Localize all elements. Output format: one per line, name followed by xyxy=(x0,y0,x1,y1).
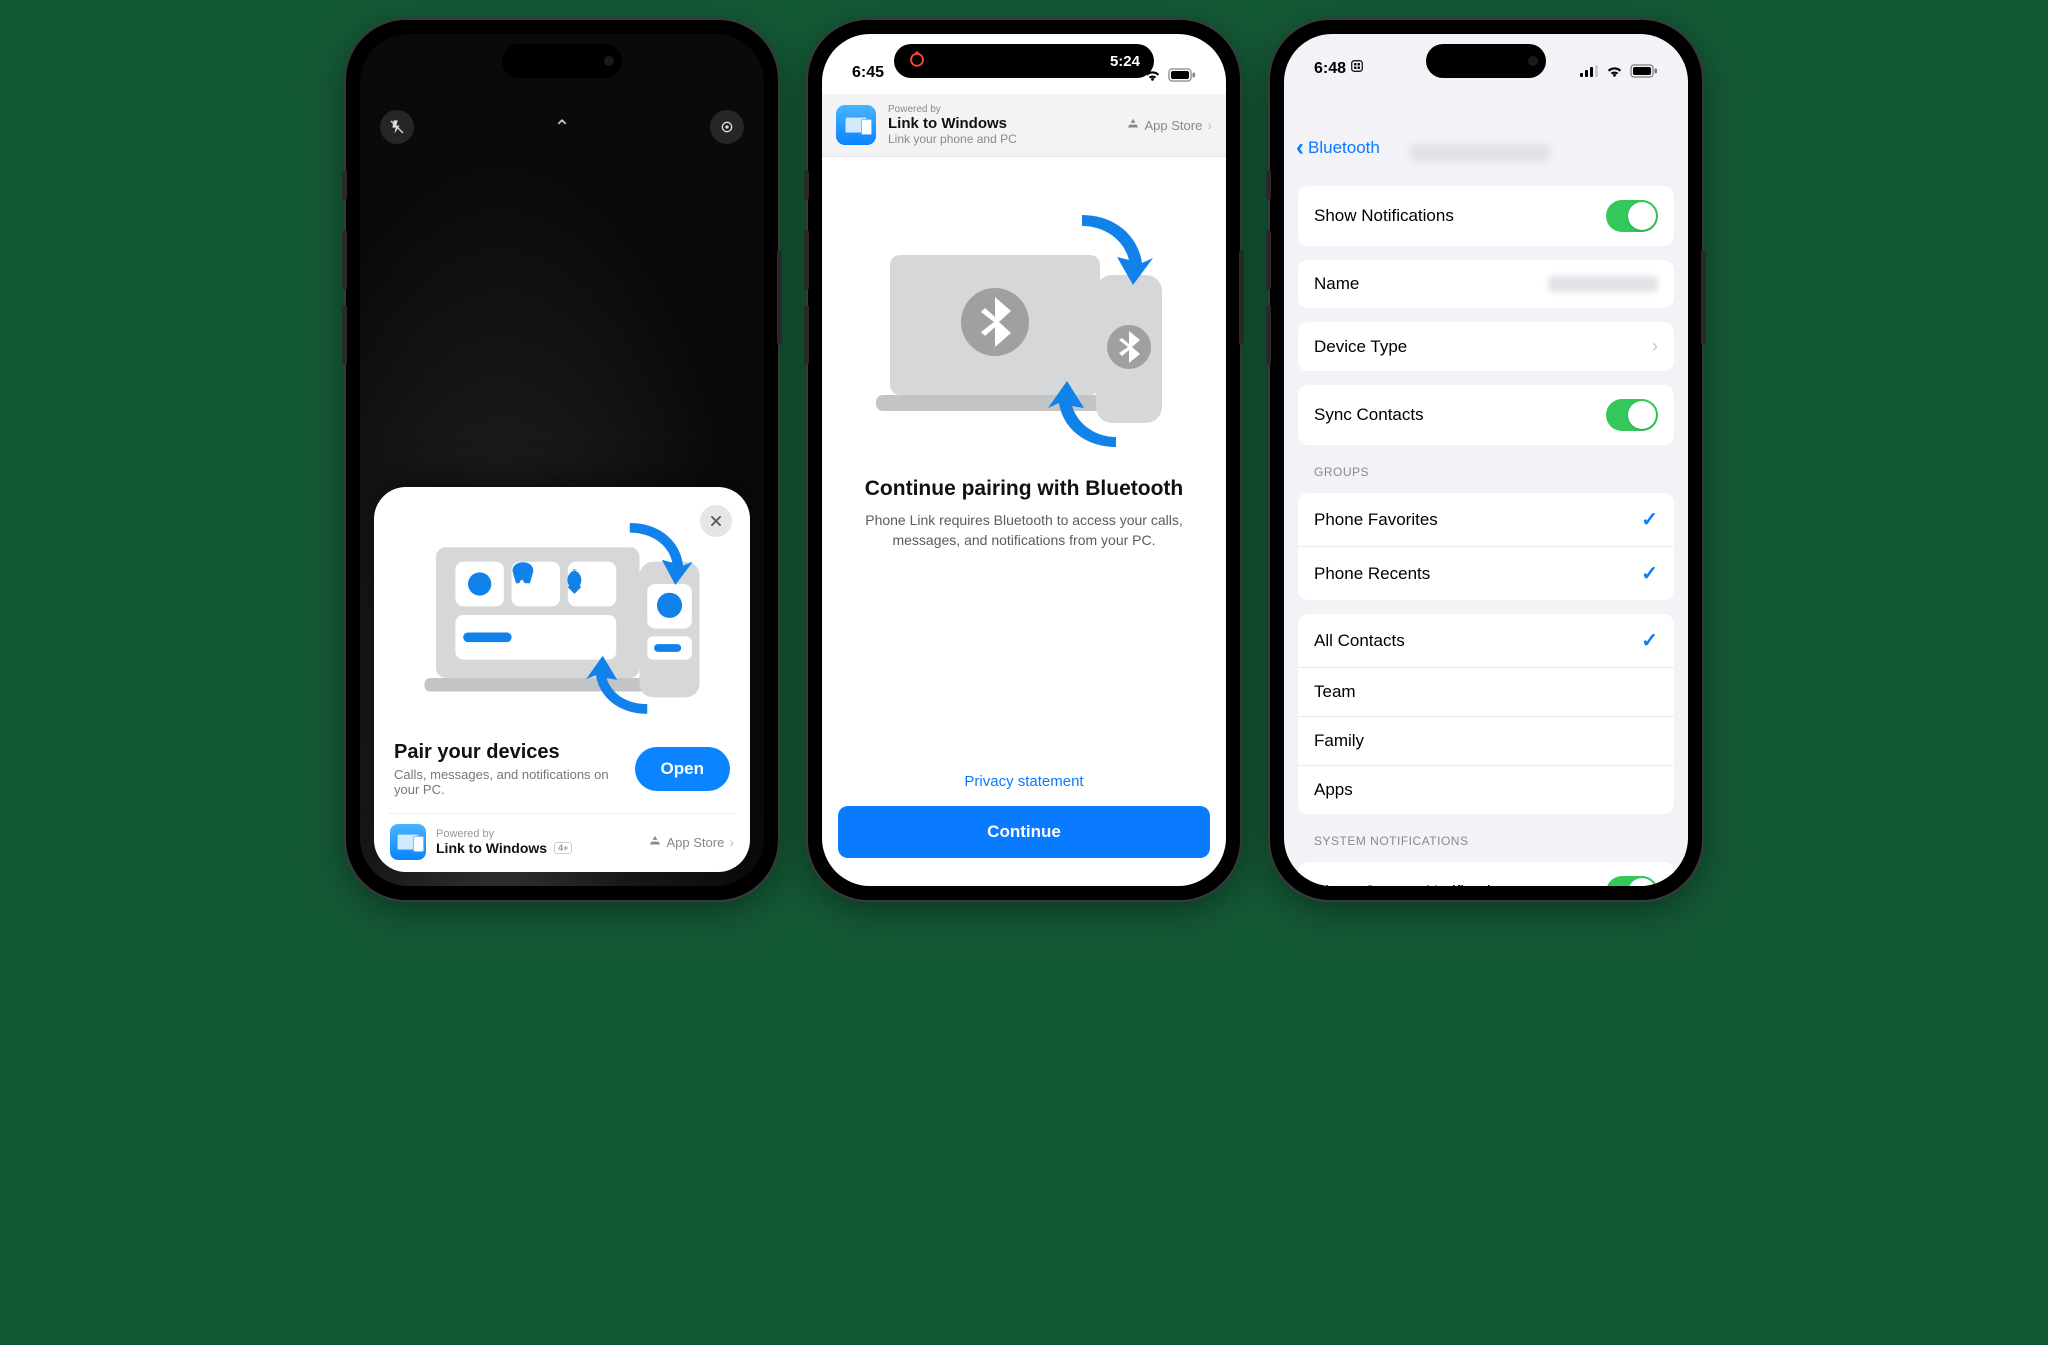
nav-title-redacted xyxy=(1410,144,1550,162)
pair-illustration xyxy=(407,505,717,725)
app-icon xyxy=(390,824,426,860)
cell-label: Team xyxy=(1314,682,1356,702)
row-apps[interactable]: Apps xyxy=(1298,765,1674,814)
dynamic-island xyxy=(1426,44,1546,78)
cellular-icon xyxy=(1579,65,1599,78)
row-share-system-notifications[interactable]: Share System Notifications xyxy=(1298,862,1674,886)
row-all-contacts[interactable]: All Contacts ✓ xyxy=(1298,614,1674,667)
powered-by-label: Powered by xyxy=(436,828,572,840)
powered-by-label: Powered by xyxy=(888,104,1114,115)
section-header-system-notifications: SYSTEM NOTIFICATIONS xyxy=(1314,834,1658,848)
phone-frame-3: 6:48 ‹ Bluetooth xyxy=(1270,20,1702,900)
status-time: 6:45 xyxy=(852,64,884,82)
screen-bluetooth-settings: 6:48 ‹ Bluetooth xyxy=(1284,34,1688,886)
cell-label: Name xyxy=(1314,274,1359,294)
close-icon[interactable] xyxy=(700,505,732,537)
row-phone-favorites[interactable]: Phone Favorites ✓ xyxy=(1298,493,1674,546)
row-team[interactable]: Team xyxy=(1298,667,1674,716)
app-name-label: Link to Windows xyxy=(436,840,547,856)
banner-subtitle: Link your phone and PC xyxy=(888,132,1114,146)
banner-title: Link to Windows xyxy=(888,115,1114,132)
cell-label: Phone Recents xyxy=(1314,564,1430,584)
app-icon xyxy=(836,105,876,145)
island-timer-time: 5:24 xyxy=(1110,53,1140,70)
cell-label: Phone Favorites xyxy=(1314,510,1438,530)
app-store-link[interactable]: App Store › xyxy=(1126,117,1213,134)
battery-icon xyxy=(1630,64,1658,78)
cell-label: Family xyxy=(1314,731,1364,751)
checkmark-icon: ✓ xyxy=(1641,628,1658,653)
link-to-windows-banner[interactable]: Powered by Link to Windows Link your pho… xyxy=(822,94,1226,157)
phone-frame-1: ⌃ xyxy=(346,20,778,900)
checkmark-icon: ✓ xyxy=(1641,561,1658,586)
shortcuts-icon xyxy=(1350,59,1364,78)
row-phone-recents[interactable]: Phone Recents ✓ xyxy=(1298,546,1674,600)
toggle-on[interactable] xyxy=(1606,876,1658,886)
status-time: 6:48 xyxy=(1314,60,1346,78)
toggle-on[interactable] xyxy=(1606,200,1658,232)
row-family[interactable]: Family xyxy=(1298,716,1674,765)
row-name[interactable]: Name xyxy=(1298,260,1674,308)
phone-frame-2: 5:24 6:45 Powered by Link to Windows Lin… xyxy=(808,20,1240,900)
app-store-link[interactable]: App Store › xyxy=(648,834,735,851)
chevron-right-icon: › xyxy=(1207,117,1212,133)
app-store-label: App Store xyxy=(667,835,725,850)
wifi-icon xyxy=(1605,64,1624,78)
chevron-up-icon[interactable]: ⌃ xyxy=(554,115,571,140)
bluetooth-pair-illustration xyxy=(864,197,1184,457)
checkmark-icon: ✓ xyxy=(1641,507,1658,532)
app-clip-card: Pair your devices Calls, messages, and n… xyxy=(374,487,750,872)
back-label: Bluetooth xyxy=(1308,138,1380,158)
row-device-type[interactable]: Device Type › xyxy=(1298,322,1674,371)
open-button[interactable]: Open xyxy=(635,747,730,791)
appclip-title: Pair your devices xyxy=(394,741,635,764)
camera-settings-icon[interactable] xyxy=(710,110,744,144)
row-sync-contacts[interactable]: Sync Contacts xyxy=(1298,385,1674,445)
dynamic-island xyxy=(502,44,622,78)
cell-label: Sync Contacts xyxy=(1314,405,1424,425)
cell-label: Apps xyxy=(1314,780,1353,800)
app-store-label: App Store xyxy=(1145,118,1203,133)
cell-label: Show Notifications xyxy=(1314,206,1454,226)
app-store-icon xyxy=(1126,117,1140,134)
screen-camera-appclip: ⌃ xyxy=(360,34,764,886)
age-rating-badge: 4+ xyxy=(554,842,572,854)
chevron-right-icon: › xyxy=(729,834,734,850)
screen-pairing: 5:24 6:45 Powered by Link to Windows Lin… xyxy=(822,34,1226,886)
timer-icon xyxy=(908,50,926,72)
appclip-subtitle: Calls, messages, and notifications on yo… xyxy=(394,767,635,797)
chevron-right-icon: › xyxy=(1652,336,1658,357)
row-show-notifications[interactable]: Show Notifications xyxy=(1298,186,1674,246)
pairing-body: Phone Link requires Bluetooth to access … xyxy=(822,501,1226,550)
name-value-redacted xyxy=(1548,276,1658,292)
cell-label: All Contacts xyxy=(1314,631,1405,651)
pairing-heading: Continue pairing with Bluetooth xyxy=(822,477,1226,501)
chevron-left-icon: ‹ xyxy=(1296,134,1304,162)
dynamic-island: 5:24 xyxy=(894,44,1154,78)
cell-label: Device Type xyxy=(1314,337,1407,357)
section-header-groups: GROUPS xyxy=(1314,465,1658,479)
app-store-icon xyxy=(648,834,662,851)
nav-bar: ‹ Bluetooth xyxy=(1284,82,1688,172)
cell-label: Share System Notifications xyxy=(1314,882,1518,886)
back-button[interactable]: ‹ Bluetooth xyxy=(1296,134,1380,162)
flash-off-icon[interactable] xyxy=(380,110,414,144)
battery-icon xyxy=(1168,68,1196,82)
toggle-on[interactable] xyxy=(1606,399,1658,431)
privacy-link[interactable]: Privacy statement xyxy=(838,759,1210,806)
continue-button[interactable]: Continue xyxy=(838,806,1210,858)
